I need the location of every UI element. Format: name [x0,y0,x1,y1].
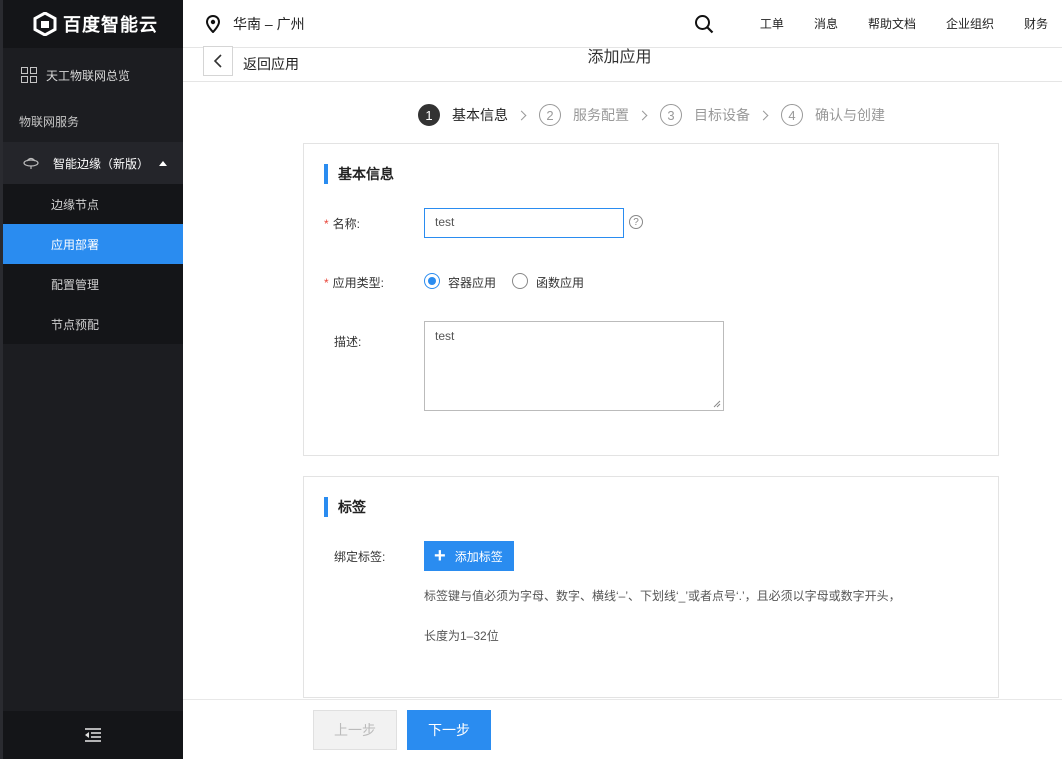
description-text: test [435,329,455,343]
search-icon[interactable] [694,14,714,34]
prev-step-button[interactable]: 上一步 [313,710,397,750]
page-title: 添加应用 [183,48,1062,68]
add-tag-button[interactable]: + 添加标签 [424,541,514,571]
sidebar-group-label: 智能边缘（新版） [53,156,150,171]
header-link-docs[interactable]: 帮助文档 [868,15,916,32]
step-2-label: 服务配置 [573,107,629,123]
required-marker: * [324,276,329,290]
header-nav: 工单 消息 帮助文档 企业组织 财务 [694,0,1062,48]
step-3-number: 3 [660,104,682,126]
chevron-right-icon [516,110,527,120]
plus-icon: + [434,545,446,567]
sidebar-item-provision[interactable]: 节点预配 [3,304,183,344]
cloud-logo-icon [33,12,57,36]
next-step-button[interactable]: 下一步 [407,710,491,750]
sidebar-item-label: 天工物联网总览 [46,68,131,83]
sidebar-item-overview[interactable]: 天工物联网总览 [3,50,183,100]
help-icon[interactable]: ? [629,215,643,229]
sidebar-section-iot: 物联网服务 [3,100,183,142]
resize-handle-icon[interactable] [713,400,721,408]
add-tag-label: 添加标签 [454,549,503,564]
step-3-label: 目标设备 [694,107,750,123]
tag-hint-line-1: 标签键与值必须为字母、数字、横线‘–’、下划线‘_’或者点号‘.’，且必须以字母… [424,589,901,603]
sidebar-item-label: 应用部署 [51,237,100,252]
name-label-text: 名称: [332,217,361,231]
brand-name: 百度智能云 [63,15,158,35]
edge-icon [23,157,39,169]
step-progress: 1 基本信息 2 服务配置 3 目标设备 4 确认与创建 [418,104,885,126]
page-title-text: 添加应用 [587,49,652,66]
collapse-menu-icon [85,728,101,742]
chevron-right-icon [758,110,769,120]
sidebar-item-label: 配置管理 [51,277,100,292]
header-link-finance[interactable]: 财务 [1024,15,1048,32]
step-1-label: 基本信息 [452,107,508,123]
step-2-number: 2 [539,104,561,126]
radio-container-app-label[interactable]: 容器应用 [448,274,496,291]
radio-function-app-label[interactable]: 函数应用 [536,274,584,291]
header-link-org[interactable]: 企业组织 [946,15,994,32]
step-4-label: 确认与创建 [815,107,885,123]
grid-icon [21,67,37,83]
name-input[interactable]: test [424,208,624,238]
page-subheader: 添加应用 返回应用 [183,45,1062,82]
header-link-tickets[interactable]: 工单 [760,15,784,32]
collapse-sidebar-button[interactable] [3,711,183,759]
content-area: 添加应用 返回应用 1 基本信息 2 服务配置 3 目标设备 4 确认与创建 基… [183,45,1062,759]
region-selector[interactable]: 华南 – 广州 [205,14,305,34]
basic-info-title: 基本信息 [324,164,394,184]
sidebar: 百度智能云 天工物联网总览 物联网服务 智能边缘（新版） 边缘节点 应用部署 配… [0,0,183,759]
required-marker: * [324,217,329,231]
sidebar-section-label: 物联网服务 [19,114,80,129]
chevron-up-icon [159,160,168,166]
tag-hint-line-2: 长度为1–32位 [424,629,499,643]
name-field-label: * 名称: [324,215,360,232]
desc-field-label: 描述: [334,335,362,349]
sidebar-item-app-deploy[interactable]: 应用部署 [3,224,183,264]
main-panel: 1 基本信息 2 服务配置 3 目标设备 4 确认与创建 基本信息 * 名称: t… [183,82,1062,699]
top-header: 华南 – 广州 工单 消息 帮助文档 企业组织 财务 [183,0,1062,48]
tags-card: 标签 绑定标签: + 添加标签 标签键与值必须为字母、数字、横线‘–’、下划线‘… [303,476,999,698]
sidebar-item-edge-nodes[interactable]: 边缘节点 [3,184,183,224]
location-pin-icon [205,14,221,33]
brand-logo[interactable]: 百度智能云 [3,0,183,48]
radio-container-app[interactable] [424,273,440,289]
description-textarea[interactable]: test [424,321,724,411]
tags-title: 标签 [324,497,366,517]
wizard-footer: 上一步 下一步 [183,699,1062,759]
chevron-right-icon [637,110,648,120]
region-label: 华南 – 广州 [233,15,305,32]
basic-info-card: 基本信息 * 名称: test ? * 应用类型: 容器应用 函数应用 描述: te… [303,143,999,456]
sidebar-item-config[interactable]: 配置管理 [3,264,183,304]
sidebar-item-label: 节点预配 [51,317,100,332]
step-4-number: 4 [781,104,803,126]
radio-function-app[interactable] [512,273,528,289]
bind-tags-label: 绑定标签: [334,550,386,564]
sidebar-item-label: 边缘节点 [51,197,100,212]
header-link-messages[interactable]: 消息 [814,15,838,32]
step-1-number: 1 [418,104,440,126]
type-label-text: 应用类型: [332,276,385,290]
type-field-label: * 应用类型: [324,274,384,291]
sidebar-group-edge[interactable]: 智能边缘（新版） [3,142,183,184]
